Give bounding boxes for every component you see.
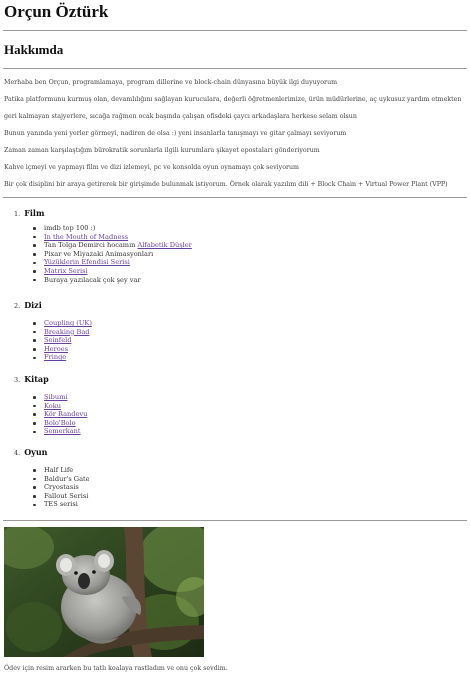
kitap-link[interactable]: Şibumi [44, 393, 67, 401]
section-label: Oyun [24, 447, 48, 457]
list-item: Şibumi [32, 393, 87, 402]
film-list: imdb top 100 :) In the Mouth of Madness … [32, 224, 192, 284]
divider [3, 68, 467, 69]
list-item: Tan Tolga Demirci hocamın Alfabetik Düşl… [32, 241, 192, 250]
list-item-text: TES serisi [44, 500, 78, 509]
dizi-link[interactable]: Coupling (UK) [44, 319, 92, 327]
list-item: Coupling (UK) [32, 319, 92, 328]
about-heading: Hakkımda [4, 42, 64, 57]
dizi-list: Coupling (UK) Breaking Bad Seinfeld Hero… [32, 319, 92, 362]
list-item: Fringe [32, 353, 92, 362]
list-item: Seinfeld [32, 336, 92, 345]
photo-caption: Ödev için resim ararken bu tatlı koalaya… [4, 665, 228, 672]
oyun-list: Half Life Baldur's Gate Cryostasis Fallo… [32, 466, 90, 509]
list-item: Buraya yazılacak çok şey var [32, 276, 192, 285]
page: Orçun Öztürk Hakkımda Merhaba ben Orçun,… [0, 0, 470, 680]
divider [3, 30, 467, 31]
divider [3, 520, 467, 521]
section-title-film: 1. Film [14, 208, 44, 219]
about-paragraph: Zaman zaman karşılaştığım bürokratik sor… [4, 147, 320, 154]
kitap-link[interactable]: Bolo'Bolo [44, 419, 76, 427]
section-title-oyun: 4. Oyun [14, 447, 47, 458]
about-paragraph: Bunun yanında yeni yerler görmeyi, nadir… [4, 130, 347, 137]
list-item: imdb top 100 :) [32, 224, 192, 233]
dizi-link[interactable]: Fringe [44, 353, 66, 361]
section-label: Dizi [24, 300, 42, 310]
kitap-link[interactable]: Koku [44, 402, 61, 410]
list-item-text: Tan Tolga Demirci hocamın [44, 241, 138, 250]
about-paragraph: Bir çok disiplini bir araya getirerek bi… [4, 181, 448, 188]
list-item: Semerkant [32, 427, 87, 436]
list-item: Matrix Serisi [32, 267, 192, 276]
list-item: Heroes [32, 345, 92, 354]
dizi-link[interactable]: Breaking Bad [44, 328, 90, 336]
kitap-link[interactable]: Semerkant [44, 427, 81, 435]
list-item: Pixar ve Miyazaki Animasyonları [32, 250, 192, 259]
koala-photo [4, 527, 204, 657]
list-item: Kör Randevu [32, 410, 87, 419]
section-title-kitap: 3. Kitap [14, 374, 49, 385]
list-item: Half Life [32, 466, 90, 475]
list-item: TES serisi [32, 500, 90, 509]
film-link-alfabetik-dusler[interactable]: Alfabetik Düşler [138, 241, 192, 249]
list-item-text: Cryostasis [44, 483, 79, 492]
list-item-text: Fallout Serisi [44, 491, 89, 500]
list-item: Cryostasis [32, 483, 90, 492]
section-number: 3. [14, 376, 21, 384]
film-link-yuzuklerin-efendisi[interactable]: Yüzüklerin Efendisi Serisi [44, 258, 130, 266]
list-item: Baldur's Gate [32, 475, 90, 484]
film-link-in-the-mouth-of-madness[interactable]: In the Mouth of Madness [44, 233, 128, 241]
list-item: Bolo'Bolo [32, 419, 87, 428]
section-number: 4. [14, 449, 21, 457]
dizi-link[interactable]: Heroes [44, 345, 68, 353]
kitap-list: Şibumi Koku Kör Randevu Bolo'Bolo Semerk… [32, 393, 87, 436]
list-item: In the Mouth of Madness [32, 233, 192, 242]
list-item-text: Pixar ve Miyazaki Animasyonları [44, 249, 154, 258]
list-item-text: imdb top 100 :) [44, 224, 96, 232]
list-item: Breaking Bad [32, 328, 92, 337]
section-number: 2. [14, 302, 21, 310]
dizi-link[interactable]: Seinfeld [44, 336, 71, 344]
about-paragraph: Patika platformunu kurmuş olan, devamlıl… [4, 96, 462, 103]
section-label: Kitap [24, 374, 49, 384]
list-item: Koku [32, 402, 87, 411]
section-label: Film [24, 208, 45, 218]
page-title: Orçun Öztürk [4, 2, 109, 21]
about-paragraph: geri kalmayan stajyerlere, sıcağa rağmen… [4, 113, 357, 120]
list-item: Yüzüklerin Efendisi Serisi [32, 258, 192, 267]
about-paragraph: Merhaba ben Orçun, programlamaya, progra… [4, 79, 338, 86]
divider [3, 197, 467, 198]
section-number: 1. [14, 210, 21, 218]
film-link-matrix[interactable]: Matrix Serisi [44, 267, 88, 275]
list-item-text: Half Life [44, 466, 74, 474]
list-item: Fallout Serisi [32, 492, 90, 501]
section-title-dizi: 2. Dizi [14, 300, 42, 311]
list-item-text: Buraya yazılacak çok şey var [44, 275, 141, 284]
kitap-link[interactable]: Kör Randevu [44, 410, 87, 418]
about-paragraph: Kahve içmeyi ve yapmayı film ve dizi izl… [4, 164, 300, 171]
koala-image [4, 527, 204, 657]
list-item-text: Baldur's Gate [44, 474, 90, 483]
